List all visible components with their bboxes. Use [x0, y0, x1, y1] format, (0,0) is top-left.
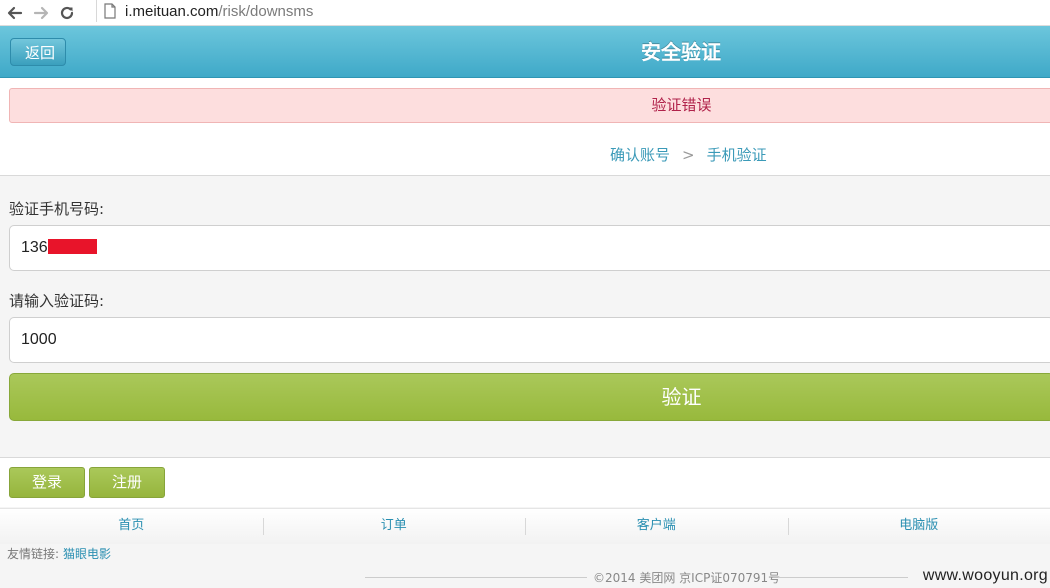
footer-link-client[interactable]: 客户端	[525, 509, 788, 544]
address-bar[interactable]: i.meituan.com/risk/downsms	[96, 0, 313, 22]
step-phone-verify: 手机验证	[706, 146, 767, 164]
browser-back-button[interactable]	[4, 2, 26, 24]
arrow-right-icon	[33, 6, 49, 19]
step-breadcrumb: 确认账号 > 手机验证	[0, 143, 1050, 167]
phone-label: 验证手机号码:	[9, 200, 105, 218]
error-banner: 验证错误	[9, 88, 1050, 123]
verify-button[interactable]: 验证	[9, 373, 1050, 421]
reload-icon	[60, 6, 74, 19]
page-title: 安全验证	[641, 40, 721, 64]
browser-toolbar: i.meituan.com/risk/downsms	[0, 0, 1050, 26]
page-icon	[104, 3, 116, 19]
divider	[778, 577, 908, 578]
copyright: ©2014 美团网 京ICP证070791号	[593, 571, 781, 585]
browser-forward-button[interactable]	[30, 2, 52, 24]
url-path: /risk/downsms	[218, 2, 314, 20]
browser-reload-button[interactable]	[56, 2, 78, 24]
friend-links: 友情链接: 猫眼电影	[7, 545, 111, 562]
register-button[interactable]: 注册	[89, 467, 165, 498]
back-button[interactable]: 返回	[10, 38, 67, 66]
url-host: i.meituan.com	[125, 2, 219, 20]
footer-bottom: ©2014 美团网 京ICP证070791号 www.wooyun.org	[0, 565, 1050, 588]
footer-link-home[interactable]: 首页	[0, 509, 263, 544]
watermark: www.wooyun.org	[922, 567, 1048, 584]
verification-code-input[interactable]: 1000	[9, 317, 1050, 363]
footer-nav: 首页 订单 客户端 电脑版	[0, 508, 1050, 544]
screen: i.meituan.com/risk/downsms 安全验证 返回 验证错误 …	[0, 0, 1050, 588]
login-button[interactable]: 登录	[9, 467, 85, 498]
friend-link-maoyan[interactable]: 猫眼电影	[63, 547, 111, 561]
app-header: 安全验证 返回	[0, 26, 1050, 78]
step-separator: >	[682, 146, 695, 164]
footer-link-orders[interactable]: 订单	[262, 509, 526, 544]
arrow-left-icon	[7, 6, 23, 19]
url-text: i.meituan.com/risk/downsms	[125, 3, 313, 20]
footer-link-desktop[interactable]: 电脑版	[787, 509, 1050, 544]
divider	[365, 577, 587, 578]
friend-links-label: 友情链接:	[7, 547, 60, 561]
code-label: 请输入验证码:	[9, 292, 105, 310]
phone-field[interactable]: 136	[9, 225, 1050, 271]
redaction-mark	[47, 239, 97, 254]
phone-value: 136	[21, 239, 48, 256]
step-confirm-account: 确认账号	[610, 146, 671, 164]
